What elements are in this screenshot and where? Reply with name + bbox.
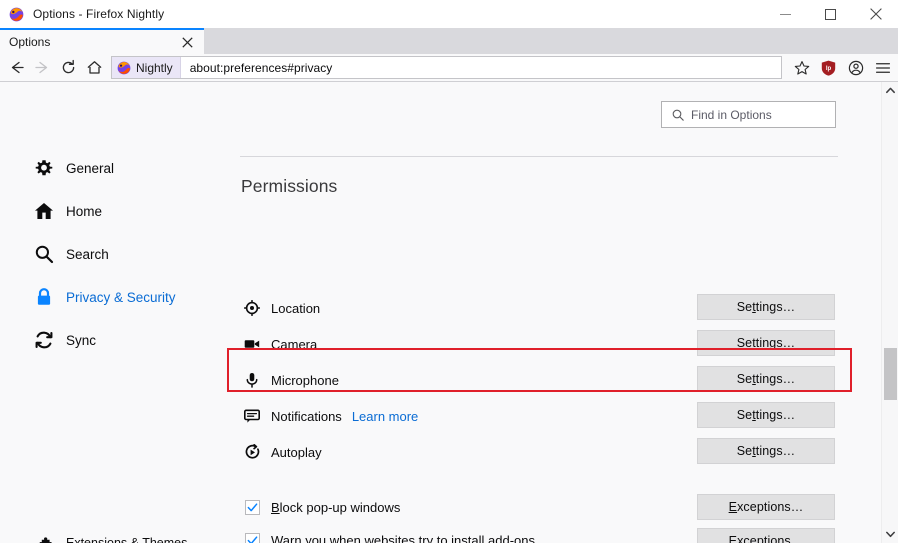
firefox-nightly-logo-icon — [8, 6, 24, 22]
sidebar-item-home[interactable]: Home — [33, 196, 223, 226]
scroll-up-icon[interactable] — [882, 82, 898, 99]
page-title: Permissions — [241, 176, 338, 196]
camera-icon — [243, 335, 261, 353]
popups-exceptions-button[interactable]: Exceptions… — [697, 494, 835, 520]
microphone-icon — [243, 371, 261, 389]
tab-label: Options — [9, 35, 51, 49]
window-controls — [763, 0, 898, 28]
button-label: Settings… — [736, 336, 796, 350]
permission-label: Autoplay — [271, 444, 322, 460]
window-title: Options - Firefox Nightly — [33, 7, 165, 21]
svg-text:lp: lp — [826, 66, 832, 72]
minimize-button[interactable] — [763, 0, 808, 28]
tab-bar: Options — [0, 28, 898, 54]
url-text[interactable]: about:preferences#privacy — [190, 61, 333, 75]
sidebar-item-search[interactable]: Search — [33, 239, 223, 269]
sync-icon — [33, 329, 55, 351]
notifications-learn-more-link[interactable]: Learn more — [352, 409, 418, 424]
browser-window: Options - Firefox Nightly Options Nightl… — [0, 0, 898, 543]
addons-exceptions-button[interactable]: Exceptions… — [697, 528, 835, 543]
sidebar-item-label: Home — [66, 203, 103, 219]
tab-options[interactable]: Options — [0, 28, 204, 54]
microphone-settings-button[interactable]: Settings… — [697, 366, 835, 392]
scrollbar-thumb[interactable] — [884, 348, 897, 400]
permission-label: Location — [271, 300, 321, 316]
checkbox-block-popups[interactable] — [245, 499, 260, 515]
puzzle-icon — [36, 534, 54, 543]
home-icon[interactable] — [81, 55, 107, 81]
button-label: Exceptions… — [728, 534, 804, 543]
button-label: Settings… — [736, 372, 796, 386]
sidebar-item-label: Extensions & Themes — [66, 536, 188, 543]
button-label: Settings… — [736, 408, 796, 422]
section-divider — [240, 156, 838, 157]
notification-icon — [243, 407, 261, 425]
location-icon — [243, 299, 261, 317]
title-bar: Options - Firefox Nightly — [0, 0, 898, 28]
toolbar-icon-group: lp — [788, 55, 896, 81]
back-icon[interactable] — [3, 55, 29, 81]
camera-settings-button[interactable]: Settings… — [697, 330, 835, 356]
bookmark-star-icon[interactable] — [788, 55, 815, 81]
autoplay-icon — [243, 443, 261, 461]
sidebar-item-label: Privacy & Security — [66, 289, 176, 305]
permission-label: Notifications — [271, 408, 342, 424]
lastpass-extension-icon[interactable]: lp — [815, 55, 842, 81]
firefox-nightly-logo-icon — [117, 61, 131, 75]
permission-label: Microphone — [271, 372, 339, 388]
url-bar[interactable]: Nightly about:preferences#privacy — [111, 56, 782, 79]
sidebar-item-label: General — [66, 160, 115, 176]
checkbox-warn-addons[interactable] — [245, 532, 260, 543]
gear-icon — [33, 157, 55, 179]
checkbox-label: Block pop-up windows — [271, 499, 401, 515]
button-label: Exceptions… — [728, 500, 804, 514]
button-label: Settings… — [736, 300, 796, 314]
scroll-down-icon[interactable] — [882, 526, 898, 543]
permission-label: Camera — [271, 336, 318, 352]
close-button[interactable] — [853, 0, 898, 28]
checkbox-label: Warn you when websites try to install ad… — [271, 532, 535, 543]
sidebar-item-privacy-security[interactable]: Privacy & Security — [33, 282, 223, 312]
notifications-settings-button[interactable]: Settings… — [697, 402, 835, 428]
vertical-scrollbar[interactable] — [881, 82, 898, 543]
location-settings-button[interactable]: Settings… — [697, 294, 835, 320]
preferences-content: Find in Options General Home Search Priv… — [0, 82, 898, 543]
hamburger-menu-icon[interactable] — [869, 55, 896, 81]
reload-icon[interactable] — [55, 55, 81, 81]
button-label: Settings… — [736, 444, 796, 458]
sidebar-item-extensions-themes[interactable]: Extensions & Themes — [36, 528, 226, 543]
sidebar-item-sync[interactable]: Sync — [33, 325, 223, 355]
autoplay-settings-button[interactable]: Settings… — [697, 438, 835, 464]
site-identity-badge[interactable]: Nightly — [112, 57, 181, 78]
sidebar-item-label: Sync — [66, 332, 97, 348]
forward-icon[interactable] — [29, 55, 55, 81]
sidebar-item-label: Search — [66, 246, 109, 262]
search-icon — [33, 243, 55, 265]
maximize-button[interactable] — [808, 0, 853, 28]
privacy-settings-panel: Permissions Location Settings… Camera Se… — [240, 82, 860, 543]
close-icon[interactable] — [177, 32, 197, 52]
identity-label: Nightly — [136, 60, 173, 75]
account-avatar-icon[interactable] — [842, 55, 869, 81]
sidebar-item-general[interactable]: General — [33, 153, 223, 183]
home-icon — [33, 200, 55, 222]
lock-icon — [33, 286, 55, 308]
preferences-sidebar: General Home Search Privacy & Security S… — [0, 82, 240, 543]
